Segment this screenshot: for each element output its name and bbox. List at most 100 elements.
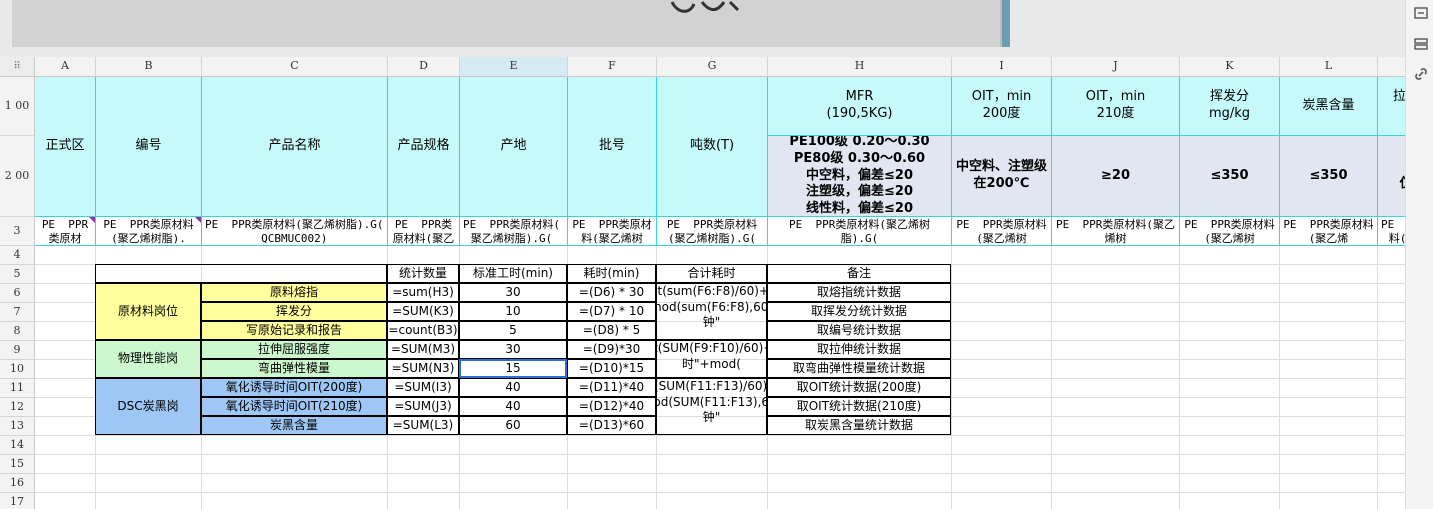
grid-cell[interactable] <box>35 436 96 455</box>
stats-header-total[interactable]: 合计耗时 <box>656 264 767 283</box>
item-std-1[interactable]: 30 <box>459 283 567 302</box>
stats-header-count[interactable]: 统计数量 <box>387 264 459 283</box>
column-header-i[interactable]: I <box>952 57 1052 77</box>
grid-cell[interactable] <box>952 474 1052 493</box>
total-3[interactable]: =int(SUM(F11:F13)/60)+"小时"+mod(SUM(F11:F… <box>656 378 767 435</box>
header-e[interactable]: 产地 <box>460 77 568 217</box>
grid-cell[interactable] <box>1378 265 1405 284</box>
grid-cell[interactable] <box>952 265 1052 284</box>
header-h[interactable]: MFR (190,5KG) <box>768 77 952 136</box>
grid-cell[interactable] <box>568 455 657 474</box>
grid-cell[interactable] <box>460 474 568 493</box>
grid-cell[interactable] <box>1280 474 1378 493</box>
item-note-2[interactable]: 取挥发分统计数据 <box>767 302 951 321</box>
grid-cell[interactable] <box>952 284 1052 303</box>
grid-cell[interactable] <box>35 417 96 436</box>
select-all-corner[interactable]: ⠿ <box>0 57 35 77</box>
item-time-6[interactable]: =(D11)*40 <box>567 378 656 397</box>
item-name-1[interactable]: 原料熔指 <box>201 283 387 302</box>
item-std-2[interactable]: 10 <box>459 302 567 321</box>
grid-cell[interactable] <box>96 493 202 509</box>
item-note-1[interactable]: 取熔指统计数据 <box>767 283 951 302</box>
item-note-4[interactable]: 取拉伸统计数据 <box>767 340 951 359</box>
grid-cell[interactable] <box>1052 417 1180 436</box>
grid-cell[interactable] <box>460 455 568 474</box>
grid-cell[interactable] <box>460 436 568 455</box>
grid-cell[interactable] <box>35 303 96 322</box>
row3-h[interactable]: PE PPR类原材料(聚乙烯树脂).G( QCBMUC007) <box>768 217 952 246</box>
item-time-2[interactable]: =(D7) * 10 <box>567 302 656 321</box>
header-k[interactable]: 挥发分 mg/kg <box>1180 77 1280 136</box>
header-f[interactable]: 批号 <box>568 77 657 217</box>
stats-header-time[interactable]: 耗时(min) <box>567 264 656 283</box>
row-header-5[interactable]: 5 <box>0 265 35 284</box>
grid-cell[interactable] <box>952 322 1052 341</box>
grid-cell[interactable] <box>952 246 1052 265</box>
grid-cell[interactable] <box>1280 436 1378 455</box>
row-header-8[interactable]: 8 <box>0 322 35 341</box>
grid-cell[interactable] <box>568 436 657 455</box>
row3-m[interactable]: PE P 料( <box>1378 217 1405 246</box>
column-header-h[interactable]: H <box>768 57 952 77</box>
grid-cell[interactable] <box>1378 398 1405 417</box>
grid-cell[interactable] <box>1280 284 1378 303</box>
grid-cell[interactable] <box>1180 322 1280 341</box>
row3-l[interactable]: PE PPR类原材料(聚乙烯 <box>1280 217 1378 246</box>
item-name-7[interactable]: 氧化诱导时间OIT(210度) <box>201 397 387 416</box>
total-2[interactable]: =int(SUM(F9:F10)/60)+"小时"+mod( <box>656 340 767 378</box>
grid-cell[interactable] <box>460 493 568 509</box>
row-header-14[interactable]: 14 <box>0 436 35 455</box>
header-c[interactable]: 产品名称 <box>202 77 388 217</box>
grid-cell[interactable] <box>35 493 96 509</box>
grid-cell[interactable] <box>1180 417 1280 436</box>
item-std-8[interactable]: 60 <box>459 416 567 435</box>
grid-cell[interactable] <box>202 455 388 474</box>
grid-cell[interactable] <box>1180 246 1280 265</box>
grid-cell[interactable] <box>1052 303 1180 322</box>
row-header-2[interactable]: 2 00 <box>0 136 35 217</box>
grid-cell[interactable] <box>388 436 460 455</box>
row-header-15[interactable]: 15 <box>0 455 35 474</box>
grid-cell[interactable] <box>657 474 768 493</box>
grid-cell[interactable] <box>1280 493 1378 509</box>
grid-cell[interactable] <box>388 474 460 493</box>
layers-icon[interactable] <box>1413 36 1429 52</box>
header-b[interactable]: 编号 <box>96 77 202 217</box>
grid-cell[interactable] <box>202 474 388 493</box>
grid-cell[interactable] <box>1378 284 1405 303</box>
stats-header-std[interactable]: 标准工时(min) <box>459 264 567 283</box>
grid-cell[interactable] <box>657 246 768 265</box>
grid-cell[interactable] <box>96 246 202 265</box>
grid-cell[interactable] <box>35 398 96 417</box>
grid-cell[interactable] <box>388 455 460 474</box>
grid-cell[interactable] <box>1052 284 1180 303</box>
row3-f[interactable]: PE PPR类原材料(聚乙烯树 <box>568 217 657 246</box>
grid-cell[interactable] <box>1378 379 1405 398</box>
row-header-3[interactable]: 3 <box>0 217 35 246</box>
grid-cell[interactable] <box>202 246 388 265</box>
group-2[interactable]: 物理性能岗 <box>95 340 201 378</box>
grid-cell[interactable] <box>1378 455 1405 474</box>
column-header-a[interactable]: A <box>35 57 96 77</box>
grid-cell[interactable] <box>1378 493 1405 509</box>
grid-cell[interactable] <box>1180 398 1280 417</box>
grid-cell[interactable] <box>1378 436 1405 455</box>
header-i[interactable]: OIT，min 200度 <box>952 77 1052 136</box>
header-m[interactable]: 拉伸屈 M <box>1378 77 1405 136</box>
grid-cell[interactable] <box>568 493 657 509</box>
row-header-1[interactable]: 1 00 <box>0 77 35 136</box>
grid-cell[interactable] <box>96 436 202 455</box>
column-header-g[interactable]: G <box>657 57 768 77</box>
grid-cell[interactable] <box>1180 474 1280 493</box>
item-time-1[interactable]: =(D6) * 30 <box>567 283 656 302</box>
header-a[interactable]: 正式区 <box>35 77 96 217</box>
item-note-5[interactable]: 取弯曲弹性模量统计数据 <box>767 359 951 378</box>
grid-cell[interactable] <box>1180 493 1280 509</box>
item-name-5[interactable]: 弯曲弹性模量 <box>201 359 387 378</box>
item-std-6[interactable]: 40 <box>459 378 567 397</box>
item-time-5[interactable]: =(D10)*15 <box>567 359 656 378</box>
grid-cell[interactable] <box>657 455 768 474</box>
row-header-16[interactable]: 16 <box>0 474 35 493</box>
grid-cell[interactable] <box>1052 246 1180 265</box>
grid-cell[interactable] <box>35 284 96 303</box>
